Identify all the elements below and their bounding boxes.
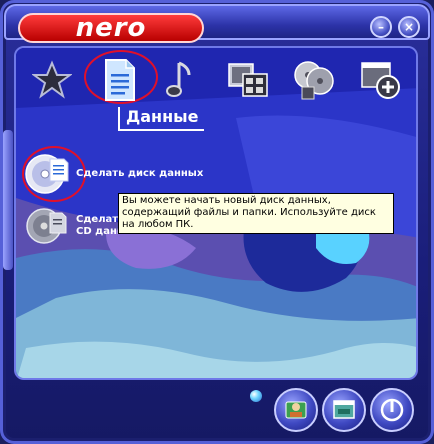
star-icon <box>32 60 72 99</box>
window-icon <box>333 400 355 419</box>
film-icon <box>228 63 268 97</box>
minimize-icon: – <box>378 20 384 34</box>
disc-copy-icon <box>294 61 334 100</box>
cd-data-icon <box>26 208 67 244</box>
tab-audio[interactable] <box>158 58 202 102</box>
side-panel-handle[interactable] <box>3 130 13 270</box>
document-icon <box>105 59 135 101</box>
section-title: Данные <box>118 107 205 131</box>
tab-data[interactable] <box>98 58 142 102</box>
minimize-button[interactable]: – <box>370 16 392 38</box>
user-icon <box>285 401 307 419</box>
tab-extras[interactable] <box>358 58 402 102</box>
logo-text: nero <box>75 13 147 43</box>
title-bar[interactable]: nero – × <box>4 4 430 43</box>
application-window: nero – × Данные Сделать диск данных Сдел… <box>0 0 434 444</box>
power-icon <box>380 398 404 422</box>
close-icon: × <box>403 20 415 34</box>
power-button[interactable] <box>370 388 414 432</box>
tab-favorites[interactable] <box>30 58 74 102</box>
user-button[interactable] <box>274 388 318 432</box>
close-button[interactable]: × <box>398 16 420 38</box>
data-disc-icon <box>25 154 69 194</box>
tooltip: Вы можете начать новый диск данных, соде… <box>118 193 394 234</box>
tab-copy[interactable] <box>292 58 336 102</box>
status-orb-icon <box>250 390 262 402</box>
tab-video[interactable] <box>226 58 270 102</box>
add-window-icon <box>361 62 400 99</box>
music-note-icon <box>166 61 191 97</box>
task-make-data-disc[interactable]: Сделать диск данных <box>24 150 304 198</box>
window-button[interactable] <box>322 388 366 432</box>
nero-logo: nero <box>18 13 204 43</box>
task-label: Сделать диск данных <box>76 168 204 179</box>
